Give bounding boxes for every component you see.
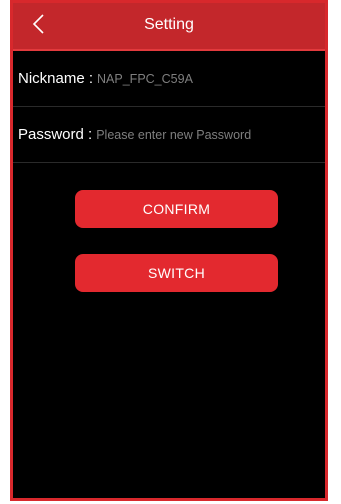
app-header: Setting — [13, 3, 325, 51]
password-input[interactable] — [96, 127, 312, 142]
confirm-button[interactable]: CONFIRM — [75, 190, 278, 228]
nickname-value: NAP_FPC_C59A — [97, 71, 193, 86]
settings-screen: Setting Nickname : NAP_FPC_C59A Password… — [10, 0, 328, 501]
nickname-row: Nickname : NAP_FPC_C59A — [13, 51, 325, 107]
password-label: Password : — [18, 126, 93, 143]
nickname-label: Nickname : — [18, 70, 94, 87]
switch-button[interactable]: SWITCH — [75, 254, 278, 292]
password-row: Password : — [13, 107, 325, 163]
page-title: Setting — [144, 16, 194, 33]
